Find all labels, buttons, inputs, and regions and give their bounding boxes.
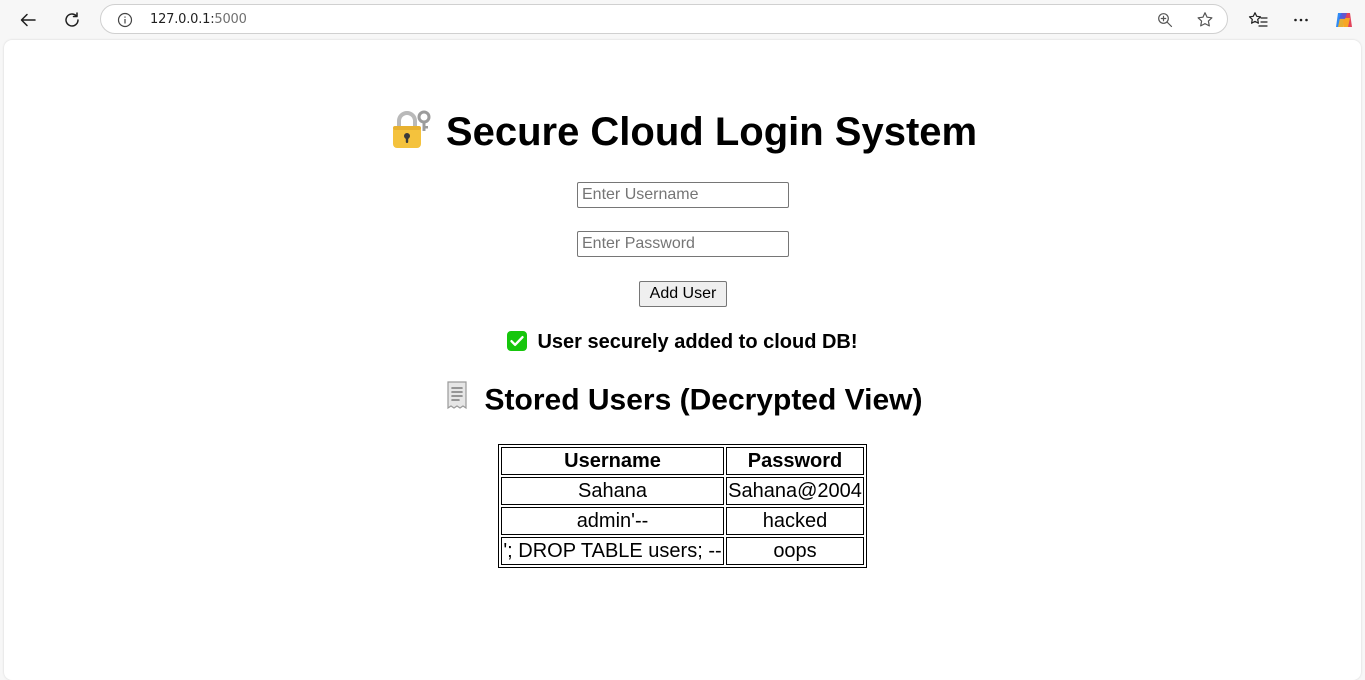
password-input[interactable] xyxy=(577,231,789,257)
add-user-button[interactable]: Add User xyxy=(639,281,727,307)
status-text: User securely added to cloud DB! xyxy=(537,331,858,353)
copilot-icon[interactable] xyxy=(1329,5,1359,35)
password-cell: oops xyxy=(726,537,864,565)
favorites-list-icon[interactable] xyxy=(1243,5,1273,35)
password-cell: hacked xyxy=(726,507,864,535)
page-viewport: Secure Cloud Login System Add User User … xyxy=(4,40,1361,680)
stored-users-heading: Stored Users (Decrypted View) xyxy=(4,380,1361,423)
table-row: admin'-- hacked xyxy=(501,507,864,535)
favorite-star-icon[interactable] xyxy=(1194,9,1216,31)
check-mark-button-icon xyxy=(507,331,528,359)
address-bar[interactable]: 127.0.0.1:5000 xyxy=(100,4,1228,34)
column-header-username: Username xyxy=(501,447,724,475)
users-table: Username Password Sahana Sahana@2004 adm… xyxy=(498,444,867,568)
stored-users-heading-text: Stored Users (Decrypted View) xyxy=(484,383,923,417)
more-menu-icon[interactable] xyxy=(1286,5,1316,35)
page-title: Secure Cloud Login System xyxy=(4,107,1361,162)
username-cell: '; DROP TABLE users; -- xyxy=(501,537,724,565)
column-header-password: Password xyxy=(726,447,864,475)
username-input[interactable] xyxy=(577,182,789,208)
site-info-icon[interactable] xyxy=(114,9,136,31)
page-title-text: Secure Cloud Login System xyxy=(445,110,978,155)
table-row: Sahana Sahana@2004 xyxy=(501,477,864,505)
zoom-icon[interactable] xyxy=(1154,9,1176,31)
url-host: 127.0.0.1: xyxy=(150,12,215,27)
url-port: 5000 xyxy=(214,12,247,27)
locked-with-key-icon xyxy=(388,107,432,162)
url-text[interactable]: 127.0.0.1:5000 xyxy=(150,12,247,27)
table-header-row: Username Password xyxy=(501,447,864,475)
back-icon[interactable] xyxy=(13,5,43,35)
password-cell: Sahana@2004 xyxy=(726,477,864,505)
username-cell: admin'-- xyxy=(501,507,724,535)
status-message: User securely added to cloud DB! xyxy=(4,328,1361,359)
reload-icon[interactable] xyxy=(57,5,87,35)
table-row: '; DROP TABLE users; -- oops xyxy=(501,537,864,565)
receipt-icon xyxy=(443,380,471,423)
browser-toolbar: 127.0.0.1:5000 xyxy=(0,0,1365,40)
username-cell: Sahana xyxy=(501,477,724,505)
